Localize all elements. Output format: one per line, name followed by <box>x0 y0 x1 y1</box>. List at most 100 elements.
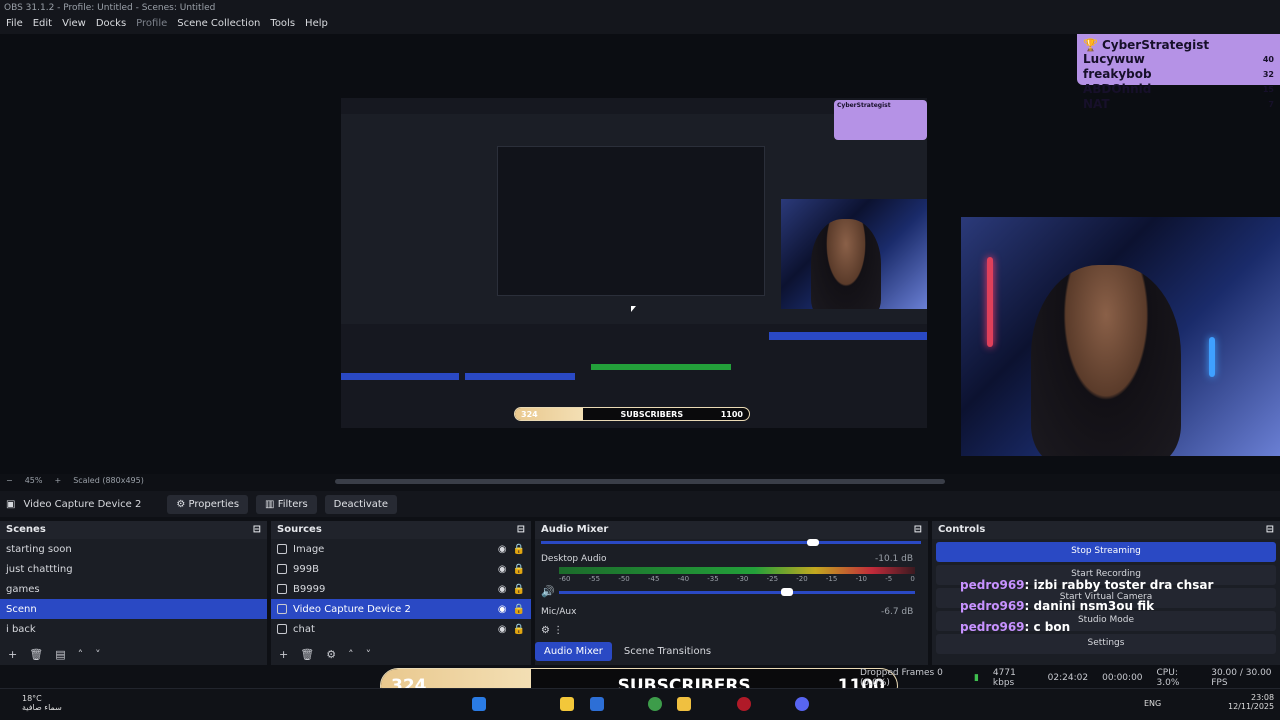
nested-webcam <box>781 199 927 309</box>
menu-edit[interactable]: Edit <box>33 18 52 32</box>
filters-label: Filters <box>277 498 308 510</box>
folder-icon[interactable] <box>677 697 691 711</box>
preview-area[interactable]: CyberStrategist 324 SUBSCRIBERS 1100 🏆 Cy… <box>0 34 1280 474</box>
menu-profile[interactable]: Profile <box>136 18 167 32</box>
source-item[interactable]: Image ◉ 🔒 <box>271 539 531 559</box>
trash-icon[interactable]: 🗑 <box>29 648 43 661</box>
menu-help[interactable]: Help <box>305 18 328 32</box>
filter-icon[interactable]: ▤ <box>55 648 65 661</box>
meter-ticks: -60 -55 -50 -45 -40 -35 -30 -25 -20 -15 -10 -5 0 <box>559 575 915 585</box>
menu-view[interactable]: View <box>62 18 86 32</box>
dock-menu-icon[interactable]: ⊟ <box>1266 524 1274 536</box>
lock-icon[interactable]: 🔒 <box>513 564 525 575</box>
meter-tick: -55 <box>588 575 601 583</box>
leaderboard-name: ABDOhnid <box>1083 82 1152 96</box>
leaderboard-entry: ABDOhnid 15 <box>1083 82 1274 97</box>
dropped-frames: Dropped Frames 0 (0.0%) <box>860 668 943 688</box>
leaderboard-title: CyberStrategist <box>1101 38 1210 52</box>
lock-icon[interactable]: 🔒 <box>513 604 525 615</box>
scene-item[interactable]: Scenn <box>0 599 267 619</box>
scene-item[interactable]: i back <box>0 619 267 639</box>
mic-aux-label: Mic/Aux <box>541 607 577 617</box>
up-icon[interactable]: ˄ <box>78 648 84 661</box>
meter-tick: 0 <box>910 575 915 583</box>
deactivate-button[interactable]: Deactivate <box>324 494 397 514</box>
scene-item[interactable]: just chattting <box>0 559 267 579</box>
source-item[interactable]: chat ◉ 🔒 <box>271 619 531 639</box>
zoom-in-button[interactable]: + <box>54 476 61 486</box>
scene-item[interactable]: games <box>0 579 267 599</box>
nested-leaderboard: CyberStrategist <box>834 100 927 140</box>
obs-icon[interactable] <box>737 697 751 711</box>
source-name: 999B <box>293 563 319 575</box>
eye-icon[interactable]: ◉ <box>498 624 507 635</box>
dock-menu-icon[interactable]: ⊟ <box>253 524 261 536</box>
leaderboard-score: 32 <box>1262 70 1274 79</box>
mixer-settings-icon[interactable]: ⚙ ⋮ <box>541 625 563 636</box>
scenes-dock: Scenes ⊟ starting soon just chattting games… <box>0 521 267 665</box>
source-name: Image <box>293 543 325 555</box>
eye-icon[interactable]: ◉ <box>498 584 507 595</box>
add-icon[interactable]: + <box>8 648 17 661</box>
gear-icon[interactable]: ⚙ <box>326 648 336 661</box>
trash-icon[interactable]: 🗑 <box>300 648 314 661</box>
clock[interactable]: 23:08 12/11/2025 <box>1228 693 1274 711</box>
eye-icon[interactable]: ◉ <box>498 604 507 615</box>
scene-item[interactable]: starting soon <box>0 539 267 559</box>
context-bar: ▣ Video Capture Device 2 ⚙ Properties ▥ … <box>0 491 1280 517</box>
zoom-out-button[interactable]: − <box>6 476 13 486</box>
chat-message: pedro969: izbi rabby toster dra chsar <box>960 578 1220 599</box>
desktop-audio-db: -10.1 dB <box>875 554 914 564</box>
status-bar: Dropped Frames 0 (0.0%) ▮ 4771 kbps 02:2… <box>560 668 1280 688</box>
up-icon[interactable]: ˄ <box>348 648 354 661</box>
language-indicator[interactable]: ENG <box>1144 699 1161 708</box>
chrome-icon[interactable] <box>648 697 662 711</box>
vscode-icon[interactable] <box>590 697 604 711</box>
menu-docks[interactable]: Docks <box>96 18 126 32</box>
stop-streaming-button[interactable]: Stop Streaming <box>936 542 1276 562</box>
scene-name: starting soon <box>6 543 72 555</box>
zoom-value: 45% <box>24 476 43 485</box>
menu-tools[interactable]: Tools <box>270 18 295 32</box>
weather-widget[interactable]: 18°C سماء صافية <box>22 694 62 712</box>
meter-tick: -5 <box>885 575 893 583</box>
eye-icon[interactable]: ◉ <box>498 564 507 575</box>
tab-scene-transitions[interactable]: Scene Transitions <box>618 642 717 661</box>
tab-audio-mixer[interactable]: Audio Mixer <box>535 642 612 661</box>
add-icon[interactable]: + <box>279 648 288 661</box>
leaderboard-name: Lucywuw <box>1083 52 1145 66</box>
preview-scrollbar[interactable] <box>335 479 945 484</box>
context-source-name: Video Capture Device 2 <box>23 498 142 510</box>
weather-text: سماء صافية <box>22 703 62 712</box>
lock-icon[interactable]: 🔒 <box>513 624 525 635</box>
dock-menu-icon[interactable]: ⊟ <box>914 524 922 536</box>
source-name: B9999 <box>293 583 326 595</box>
menu-scene-collection[interactable]: Scene Collection <box>177 18 260 32</box>
discord-icon[interactable] <box>795 697 809 711</box>
lock-icon[interactable]: 🔒 <box>513 544 525 555</box>
lock-icon[interactable]: 🔒 <box>513 584 525 595</box>
source-item[interactable]: Video Capture Device 2 ◉ 🔒 <box>271 599 531 619</box>
down-icon[interactable]: ˅ <box>366 648 372 661</box>
menu-file[interactable]: File <box>6 18 23 32</box>
chat-message: pedro969: c bon <box>960 620 1220 641</box>
meter-tick: -20 <box>796 575 808 583</box>
properties-button[interactable]: ⚙ Properties <box>167 494 249 514</box>
desktop-audio-label: Desktop Audio <box>541 554 607 564</box>
dock-menu-icon[interactable]: ⊟ <box>517 524 525 536</box>
speaker-icon[interactable]: 🔊 <box>541 585 555 598</box>
notes-icon[interactable] <box>560 697 574 711</box>
cpu-usage: CPU: 3.0% <box>1156 668 1180 688</box>
properties-label: Properties <box>188 498 240 510</box>
eye-icon[interactable]: ◉ <box>498 544 507 555</box>
leaderboard-score: 15 <box>1262 85 1274 94</box>
source-item[interactable]: B9999 ◉ 🔒 <box>271 579 531 599</box>
chat-user: pedro969 <box>960 599 1025 613</box>
source-item[interactable]: 999B ◉ 🔒 <box>271 559 531 579</box>
scenes-toolbar: + 🗑 ▤ ˄ ˅ <box>0 643 267 665</box>
start-icon[interactable] <box>472 697 486 711</box>
down-icon[interactable]: ˅ <box>95 648 101 661</box>
desktop-volume-slider[interactable] <box>559 591 915 594</box>
filters-button[interactable]: ▥ Filters <box>256 494 317 514</box>
scaled-mode[interactable]: Scaled (880x495) <box>73 476 144 486</box>
